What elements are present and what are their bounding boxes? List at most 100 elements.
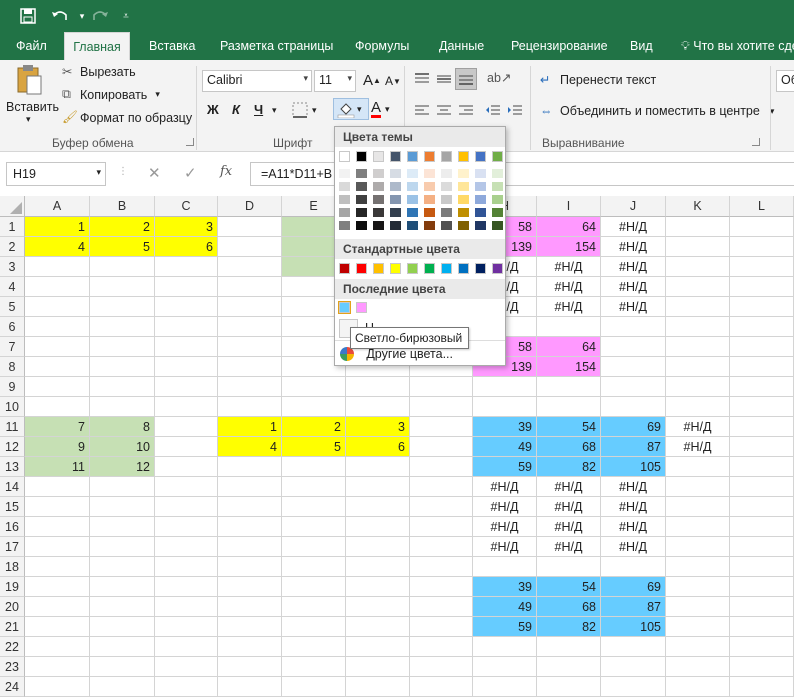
cell-i2[interactable]: 154 <box>537 237 601 257</box>
tab-file[interactable]: Файл <box>12 32 51 60</box>
theme-shade-swatch[interactable] <box>424 208 435 217</box>
cell-e11[interactable]: 2 <box>282 417 346 437</box>
standard-color-swatch[interactable] <box>407 263 418 274</box>
cell[interactable] <box>730 297 794 317</box>
font-color-button[interactable]: A ▾ <box>371 100 390 118</box>
cell[interactable] <box>25 577 90 597</box>
theme-shade-swatch[interactable] <box>356 182 367 191</box>
column-header-c[interactable]: C <box>155 196 218 217</box>
cell[interactable] <box>90 317 155 337</box>
cell-b12[interactable]: 10 <box>90 437 155 457</box>
align-bottom-icon[interactable] <box>455 68 477 90</box>
cell-i21[interactable]: 82 <box>537 617 601 637</box>
cell[interactable] <box>410 677 473 697</box>
cell-i16[interactable]: #Н/Д <box>537 517 601 537</box>
cell[interactable] <box>218 617 282 637</box>
cell[interactable] <box>218 277 282 297</box>
cell-f12[interactable]: 6 <box>346 437 410 457</box>
cell[interactable] <box>282 677 346 697</box>
cell-d11[interactable]: 1 <box>218 417 282 437</box>
theme-shade-swatch[interactable] <box>475 195 486 204</box>
cell[interactable] <box>90 557 155 577</box>
cell[interactable] <box>155 577 218 597</box>
column-header-b[interactable]: B <box>90 196 155 217</box>
cell[interactable] <box>90 377 155 397</box>
cell-i4[interactable]: #Н/Д <box>537 277 601 297</box>
underline-button[interactable]: Ч <box>254 102 263 117</box>
cell[interactable] <box>218 317 282 337</box>
cell[interactable] <box>282 537 346 557</box>
cell[interactable] <box>25 277 90 297</box>
cell[interactable] <box>90 637 155 657</box>
cell[interactable] <box>730 397 794 417</box>
cell[interactable] <box>155 657 218 677</box>
cell-a12[interactable]: 9 <box>25 437 90 457</box>
theme-shade-swatch[interactable] <box>441 221 452 230</box>
cell[interactable] <box>25 597 90 617</box>
cell[interactable] <box>155 297 218 317</box>
cell[interactable] <box>218 657 282 677</box>
cell[interactable] <box>25 537 90 557</box>
format-painter-button[interactable]: 🖌︎ Формат по образцу <box>62 110 192 125</box>
cell[interactable] <box>25 497 90 517</box>
cell[interactable] <box>218 257 282 277</box>
cell[interactable] <box>730 277 794 297</box>
row-header-24[interactable]: 24 <box>0 677 25 697</box>
cell-a1[interactable]: 1 <box>25 217 90 237</box>
cell[interactable] <box>666 657 730 677</box>
cell[interactable] <box>25 357 90 377</box>
cell[interactable] <box>537 397 601 417</box>
row-header-20[interactable]: 20 <box>0 597 25 617</box>
theme-shade-swatch[interactable] <box>373 195 384 204</box>
theme-shade-swatch[interactable] <box>424 169 435 178</box>
cell[interactable] <box>155 477 218 497</box>
cell[interactable] <box>666 397 730 417</box>
cell[interactable] <box>410 637 473 657</box>
cell[interactable] <box>155 517 218 537</box>
formula-input[interactable]: =A11*D11+B <box>250 162 794 186</box>
column-header-l[interactable]: L <box>730 196 794 217</box>
cell[interactable] <box>90 357 155 377</box>
cell[interactable] <box>666 597 730 617</box>
theme-shade-swatch[interactable] <box>356 221 367 230</box>
theme-shade-swatch[interactable] <box>339 221 350 230</box>
cell-b2[interactable]: 5 <box>90 237 155 257</box>
theme-shade-swatch[interactable] <box>356 195 367 204</box>
cell[interactable] <box>730 357 794 377</box>
theme-shade-swatch[interactable] <box>458 169 469 178</box>
cell[interactable] <box>218 557 282 577</box>
borders-dropdown-icon[interactable]: ▾ <box>312 105 317 116</box>
cell[interactable] <box>410 477 473 497</box>
cell[interactable] <box>25 517 90 537</box>
theme-shade-swatch[interactable] <box>458 182 469 191</box>
cell[interactable] <box>25 477 90 497</box>
cell[interactable] <box>473 677 537 697</box>
tab-data[interactable]: Данные <box>435 32 488 60</box>
cell[interactable] <box>155 317 218 337</box>
theme-shade-swatch[interactable] <box>390 169 401 178</box>
align-left-icon[interactable] <box>414 104 430 118</box>
cell-j5[interactable]: #Н/Д <box>601 297 666 317</box>
cell[interactable] <box>155 497 218 517</box>
theme-color-swatch[interactable] <box>475 151 486 162</box>
cell[interactable] <box>346 637 410 657</box>
row-header-2[interactable]: 2 <box>0 237 25 257</box>
cell[interactable] <box>666 577 730 597</box>
cell[interactable] <box>473 657 537 677</box>
row-header-22[interactable]: 22 <box>0 637 25 657</box>
clipboard-launcher-icon[interactable] <box>186 138 194 146</box>
cell[interactable] <box>155 417 218 437</box>
cell-e12[interactable]: 5 <box>282 437 346 457</box>
cell[interactable] <box>730 497 794 517</box>
row-header-17[interactable]: 17 <box>0 537 25 557</box>
font-size-combo[interactable]: 11 ▾ <box>314 70 356 92</box>
cell[interactable] <box>282 517 346 537</box>
cell-j2[interactable]: #Н/Д <box>601 237 666 257</box>
cell[interactable] <box>346 557 410 577</box>
cell[interactable] <box>666 617 730 637</box>
increase-indent-icon[interactable] <box>507 104 523 118</box>
theme-shade-swatch[interactable] <box>390 221 401 230</box>
standard-color-swatch[interactable] <box>356 263 367 274</box>
row-header-5[interactable]: 5 <box>0 297 25 317</box>
underline-dropdown-icon[interactable]: ▾ <box>272 105 277 116</box>
